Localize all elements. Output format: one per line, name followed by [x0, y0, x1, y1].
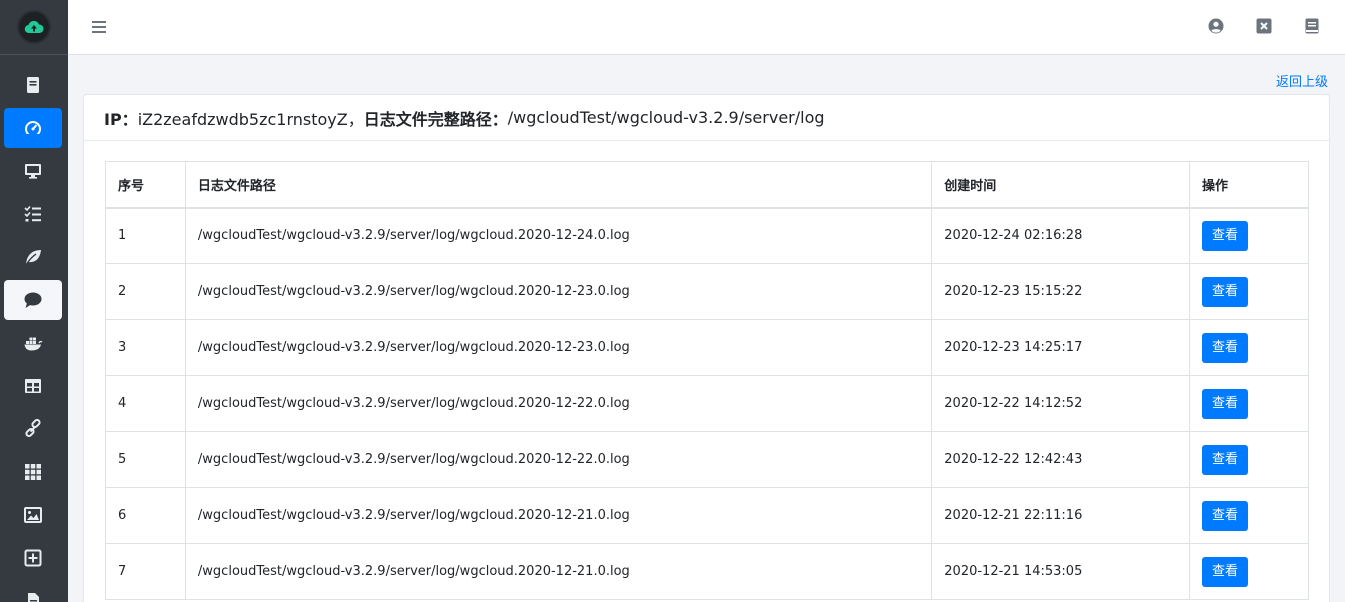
table-row: 5 /wgcloudTest/wgcloud-v3.2.9/server/log… [105, 431, 1309, 488]
ip-value: iZ2zeafdzwdb5zc1rnstoyZ， [137, 109, 364, 129]
sidebar-item-file[interactable] [4, 581, 62, 602]
table-row: 6 /wgcloudTest/wgcloud-v3.2.9/server/log… [105, 487, 1309, 544]
row-action-cell: 查看 [1189, 543, 1309, 600]
cloud-logo-icon[interactable] [19, 12, 49, 42]
column-header-action: 操作 [1189, 161, 1309, 209]
view-button[interactable]: 查看 [1202, 444, 1249, 475]
row-path: /wgcloudTest/wgcloud-v3.2.9/server/log/w… [184, 263, 933, 320]
row-time: 2020-12-23 15:15:22 [931, 263, 1191, 320]
row-index: 2 [105, 263, 186, 320]
column-header-index: 序号 [105, 161, 186, 209]
view-button[interactable]: 查看 [1202, 220, 1249, 251]
tasks-icon [24, 205, 41, 222]
row-path: /wgcloudTest/wgcloud-v3.2.9/server/log/w… [184, 319, 933, 376]
sidebar-item-tasks[interactable] [4, 194, 62, 234]
row-path: /wgcloudTest/wgcloud-v3.2.9/server/log/w… [184, 431, 933, 488]
view-button[interactable]: 查看 [1202, 500, 1249, 531]
sidebar-nav [0, 55, 68, 602]
row-index: 3 [105, 319, 186, 376]
leaf-icon [25, 250, 41, 266]
column-header-path: 日志文件路径 [184, 161, 933, 209]
row-action-cell: 查看 [1189, 431, 1309, 488]
log-card: IP： iZ2zeafdzwdb5zc1rnstoyZ， 日志文件完整路径： /… [83, 94, 1330, 602]
path-value: /wgcloudTest/wgcloud-v3.2.9/server/log [507, 108, 825, 127]
row-time: 2020-12-22 12:42:43 [931, 431, 1191, 488]
view-button[interactable]: 查看 [1202, 556, 1249, 587]
top-navbar [68, 0, 1345, 55]
docker-icon [24, 337, 43, 351]
row-path: /wgcloudTest/wgcloud-v3.2.9/server/log/w… [184, 375, 933, 432]
log-table: 序号 日志文件路径 创建时间 操作 1 /wgcloudTest/wgcloud… [105, 161, 1309, 600]
row-action-cell: 查看 [1189, 263, 1309, 320]
logo-area [0, 0, 68, 55]
view-button[interactable]: 查看 [1202, 332, 1249, 363]
back-link[interactable]: 返回上级 [1276, 71, 1328, 90]
link-icon [25, 419, 41, 438]
table-header-row: 序号 日志文件路径 创建时间 操作 [105, 161, 1309, 209]
row-path: /wgcloudTest/wgcloud-v3.2.9/server/log/w… [184, 543, 933, 600]
sidebar-item-comment[interactable] [4, 280, 62, 320]
row-time: 2020-12-21 22:11:16 [931, 487, 1191, 544]
path-label: 日志文件完整路径： [363, 109, 508, 129]
sidebar-item-table[interactable] [4, 366, 62, 406]
table-row: 2 /wgcloudTest/wgcloud-v3.2.9/server/log… [105, 263, 1309, 320]
row-index: 5 [105, 431, 186, 488]
row-time: 2020-12-21 14:53:05 [931, 543, 1191, 600]
sidebar-item-grid[interactable] [4, 452, 62, 492]
row-index: 1 [105, 207, 186, 264]
row-time: 2020-12-22 14:12:52 [931, 375, 1191, 432]
sidebar-item-plus[interactable] [4, 538, 62, 578]
sidebar-item-monitor[interactable] [4, 151, 62, 191]
table-row: 1 /wgcloudTest/wgcloud-v3.2.9/server/log… [105, 207, 1309, 264]
row-path: /wgcloudTest/wgcloud-v3.2.9/server/log/w… [184, 487, 933, 544]
sidebar-item-book[interactable] [4, 65, 62, 105]
sidebar-item-dashboard[interactable] [4, 108, 62, 148]
file-icon [28, 593, 39, 602]
column-header-time: 创建时间 [931, 161, 1191, 209]
top-icon-group [1207, 17, 1321, 35]
menu-toggle-icon[interactable] [91, 18, 107, 36]
view-button[interactable]: 查看 [1202, 388, 1249, 419]
close-icon[interactable] [1255, 17, 1273, 35]
plus-square-icon [24, 549, 42, 567]
row-time: 2020-12-23 14:25:17 [931, 319, 1191, 376]
row-index: 6 [105, 487, 186, 544]
table-row: 7 /wgcloudTest/wgcloud-v3.2.9/server/log… [105, 543, 1309, 600]
sidebar-item-leaf[interactable] [4, 237, 62, 277]
dashboard-icon [25, 121, 41, 137]
row-action-cell: 查看 [1189, 487, 1309, 544]
row-action-cell: 查看 [1189, 319, 1309, 376]
row-action-cell: 查看 [1189, 375, 1309, 432]
book-icon [27, 77, 39, 93]
table-row: 4 /wgcloudTest/wgcloud-v3.2.9/server/log… [105, 375, 1309, 432]
row-index: 4 [105, 375, 186, 432]
row-path: /wgcloudTest/wgcloud-v3.2.9/server/log/w… [184, 207, 933, 264]
view-button[interactable]: 查看 [1202, 276, 1249, 307]
comment-icon [24, 292, 42, 308]
sidebar-item-docker[interactable] [4, 323, 62, 363]
row-index: 7 [105, 543, 186, 600]
sidebar-item-link[interactable] [4, 409, 62, 449]
sidebar [0, 0, 68, 602]
sidebar-item-image[interactable] [4, 495, 62, 535]
row-action-cell: 查看 [1189, 207, 1309, 264]
table-row: 3 /wgcloudTest/wgcloud-v3.2.9/server/log… [105, 319, 1309, 376]
monitor-icon [25, 164, 41, 179]
card-header: IP： iZ2zeafdzwdb5zc1rnstoyZ， 日志文件完整路径： /… [84, 95, 1329, 141]
book-icon[interactable] [1303, 17, 1321, 35]
row-time: 2020-12-24 02:16:28 [931, 207, 1191, 264]
user-icon[interactable] [1207, 17, 1225, 35]
grid-icon [25, 464, 41, 480]
image-icon [24, 507, 42, 523]
table-icon [25, 379, 41, 393]
ip-label: IP： [104, 109, 138, 129]
